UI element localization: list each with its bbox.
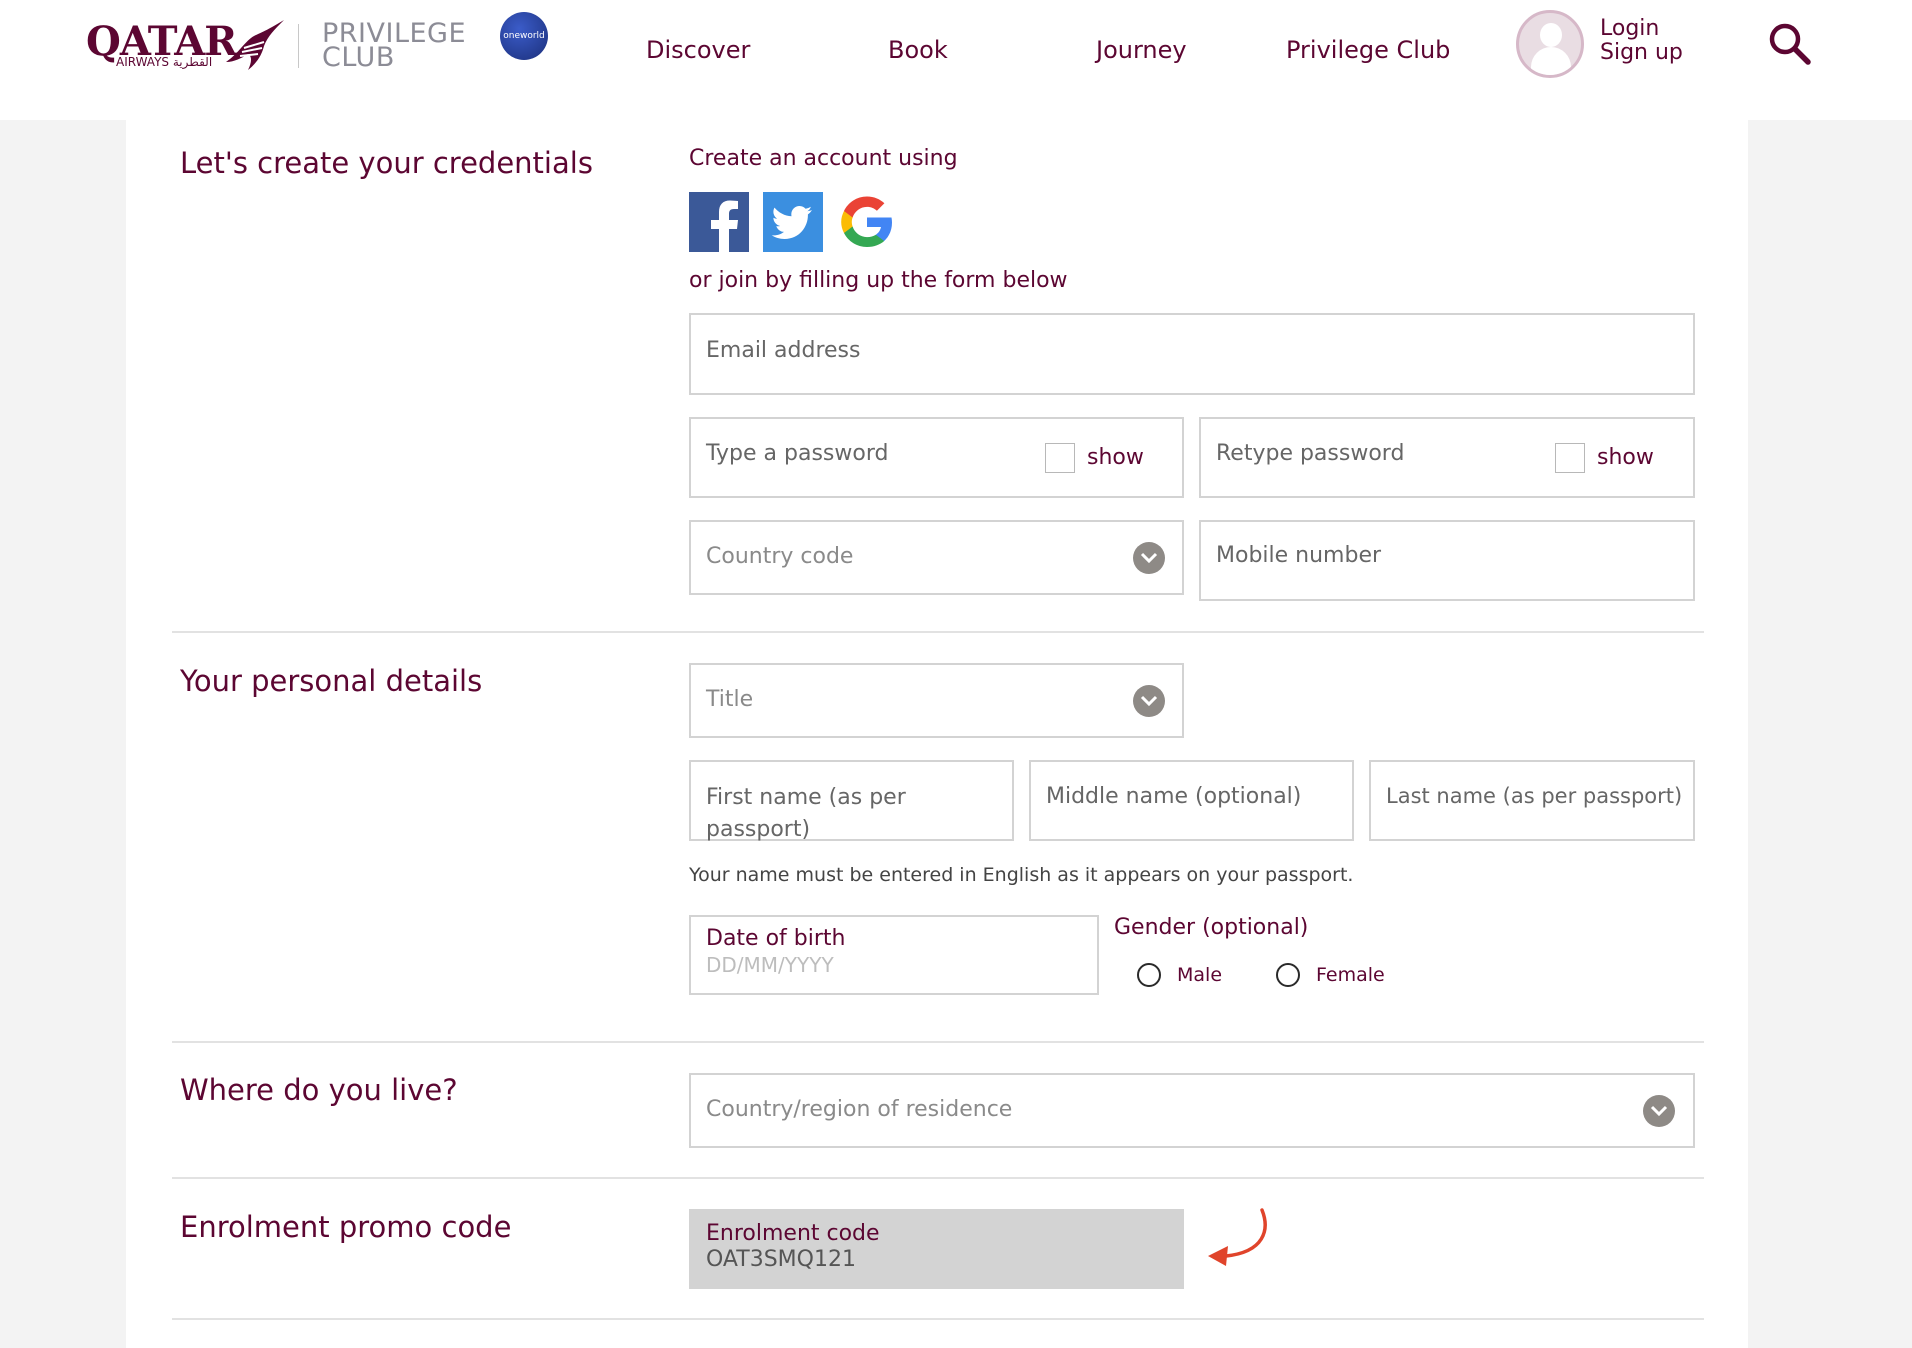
first-name-placeholder: First name (as per passport)	[706, 785, 906, 842]
twitter-icon[interactable]	[763, 192, 823, 252]
nav-journey[interactable]: Journey	[1096, 36, 1187, 64]
title-select[interactable]: Title	[689, 663, 1184, 738]
middle-name-placeholder: Middle name (optional)	[1046, 784, 1302, 809]
logo-subtext: AIRWAYS القطرية	[116, 55, 213, 69]
country-of-residence-placeholder: Country/region of residence	[706, 1097, 1013, 1122]
first-name-field[interactable]: First name (as per passport)	[689, 760, 1014, 842]
gender-label: Gender (optional)	[1114, 915, 1309, 940]
facebook-icon[interactable]	[689, 192, 749, 252]
middle-name-field[interactable]: Middle name (optional)	[1029, 760, 1354, 841]
section-divider	[172, 1318, 1704, 1320]
credentials-section-title: Let's create your credentials	[180, 146, 593, 180]
section-divider	[172, 1041, 1704, 1043]
or-join-text: or join by filling up the form below	[689, 268, 1068, 293]
mobile-number-placeholder: Mobile number	[1216, 543, 1382, 568]
country-code-placeholder: Country code	[706, 544, 854, 569]
enrolment-code-label: Enrolment code	[706, 1221, 880, 1246]
email-field[interactable]: Email address	[689, 313, 1695, 395]
promo-section-title: Enrolment promo code	[180, 1210, 512, 1244]
google-icon[interactable]	[837, 192, 897, 252]
section-divider	[172, 631, 1704, 633]
nav-discover[interactable]: Discover	[646, 36, 750, 64]
show-retype-password-label[interactable]: show	[1597, 445, 1654, 470]
date-of-birth-field[interactable]: Date of birth DD/MM/YYYY	[689, 915, 1099, 995]
retype-password-placeholder: Retype password	[1216, 441, 1405, 466]
last-name-field[interactable]: Last name (as per passport)	[1369, 760, 1695, 841]
country-of-residence-select[interactable]: Country/region of residence	[689, 1073, 1695, 1148]
brand-line-2: CLUB	[322, 42, 395, 73]
oneworld-label: oneworld	[503, 31, 545, 41]
dob-placeholder: DD/MM/YYYY	[706, 953, 834, 977]
nav-privilege-club[interactable]: Privilege Club	[1286, 36, 1450, 64]
email-placeholder: Email address	[706, 338, 861, 363]
search-icon[interactable]	[1768, 22, 1812, 66]
mobile-number-field[interactable]: Mobile number	[1199, 520, 1695, 601]
enrolment-code-field[interactable]: Enrolment code OAT3SMQ121	[689, 1209, 1184, 1289]
nav-book[interactable]: Book	[888, 36, 948, 64]
password-field[interactable]: Type a password show	[689, 417, 1184, 498]
privilege-club-logo[interactable]: PRIVILEGE CLUB	[322, 20, 466, 73]
login-link[interactable]: Login	[1600, 16, 1659, 41]
logo-divider	[298, 24, 299, 68]
last-name-placeholder: Last name (as per passport)	[1386, 784, 1683, 808]
gender-female-radio[interactable]	[1276, 963, 1300, 987]
show-retype-password-checkbox[interactable]	[1555, 443, 1585, 473]
signup-link[interactable]: Sign up	[1600, 40, 1683, 65]
residence-section-title: Where do you live?	[180, 1073, 458, 1107]
country-code-select[interactable]: Country code	[689, 520, 1184, 595]
chevron-down-icon	[1133, 685, 1165, 717]
user-avatar-icon[interactable]	[1516, 10, 1584, 78]
qatar-airways-logo[interactable]: QATAR AIRWAYS القطرية	[86, 18, 291, 74]
chevron-down-icon	[1643, 1095, 1675, 1127]
retype-password-field[interactable]: Retype password show	[1199, 417, 1695, 498]
show-password-checkbox[interactable]	[1045, 443, 1075, 473]
chevron-down-icon	[1133, 542, 1165, 574]
name-hint-text: Your name must be entered in English as …	[689, 864, 1354, 886]
site-header: QATAR AIRWAYS القطرية PRIVILEGE CLUB one…	[0, 0, 1912, 120]
oneworld-logo: oneworld	[500, 12, 548, 60]
oryx-icon	[226, 20, 284, 70]
section-divider	[172, 1177, 1704, 1179]
enrolment-code-value: OAT3SMQ121	[706, 1247, 856, 1272]
dob-label: Date of birth	[706, 926, 846, 951]
create-account-text: Create an account using	[689, 146, 958, 171]
gender-female-label[interactable]: Female	[1316, 964, 1385, 986]
personal-section-title: Your personal details	[180, 664, 483, 698]
curved-arrow-icon	[1208, 1208, 1267, 1266]
title-placeholder: Title	[706, 687, 754, 712]
show-password-label[interactable]: show	[1087, 445, 1144, 470]
gender-male-label[interactable]: Male	[1177, 964, 1222, 986]
gender-male-radio[interactable]	[1137, 963, 1161, 987]
password-placeholder: Type a password	[706, 441, 889, 466]
